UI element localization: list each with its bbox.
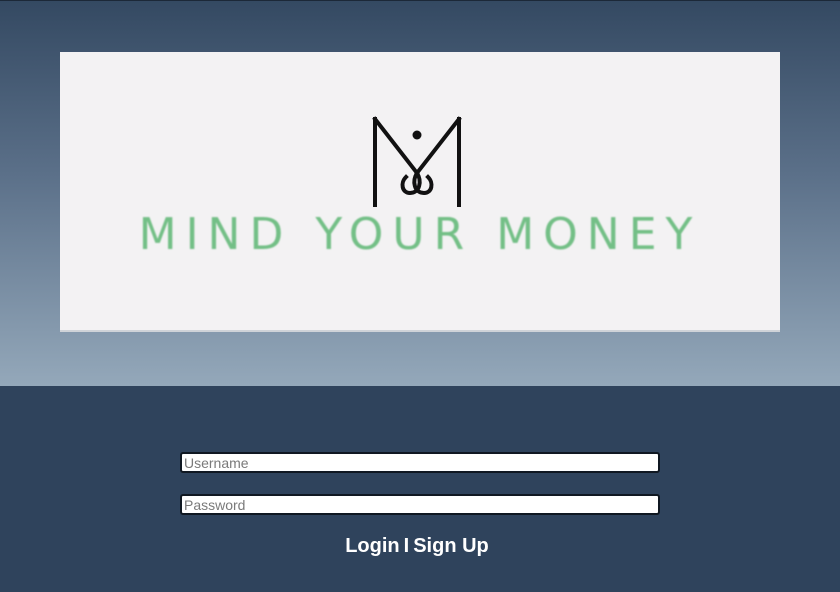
hero-banner: MIND YOUR MONEY bbox=[0, 0, 840, 386]
signup-link[interactable]: Sign Up bbox=[413, 535, 489, 557]
mym-monogram-icon bbox=[372, 116, 462, 207]
separator: I bbox=[403, 535, 410, 557]
login-link[interactable]: Login bbox=[345, 535, 399, 557]
login-form: LoginISign Up bbox=[0, 386, 840, 592]
username-input[interactable] bbox=[180, 452, 660, 473]
password-input[interactable] bbox=[180, 494, 660, 515]
brand-wordmark: MIND YOUR MONEY bbox=[138, 209, 702, 260]
auth-actions: Login I Sign Up bbox=[0, 535, 834, 558]
